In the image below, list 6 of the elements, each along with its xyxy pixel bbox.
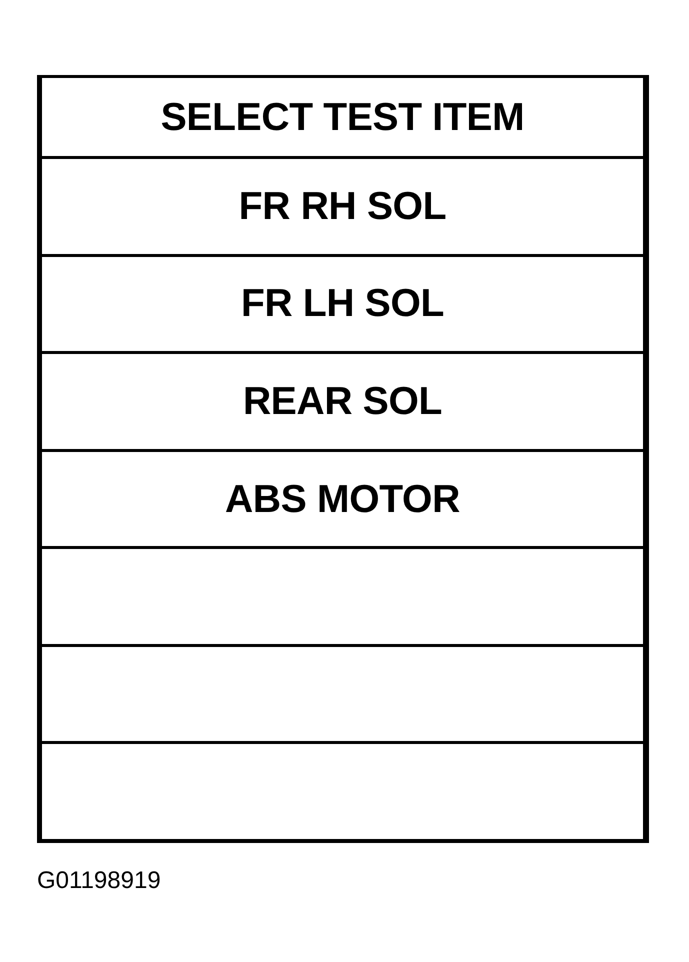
menu-item[interactable]: FR RH SOL — [238, 186, 446, 226]
menu-item[interactable]: ABS MOTOR — [225, 480, 460, 519]
screen-title: SELECT TEST ITEM — [160, 98, 524, 136]
figure-code: G01198919 — [37, 869, 161, 893]
menu-item[interactable]: REAR SOL — [242, 382, 442, 421]
menu-item[interactable]: FR LH SOL — [240, 284, 444, 324]
